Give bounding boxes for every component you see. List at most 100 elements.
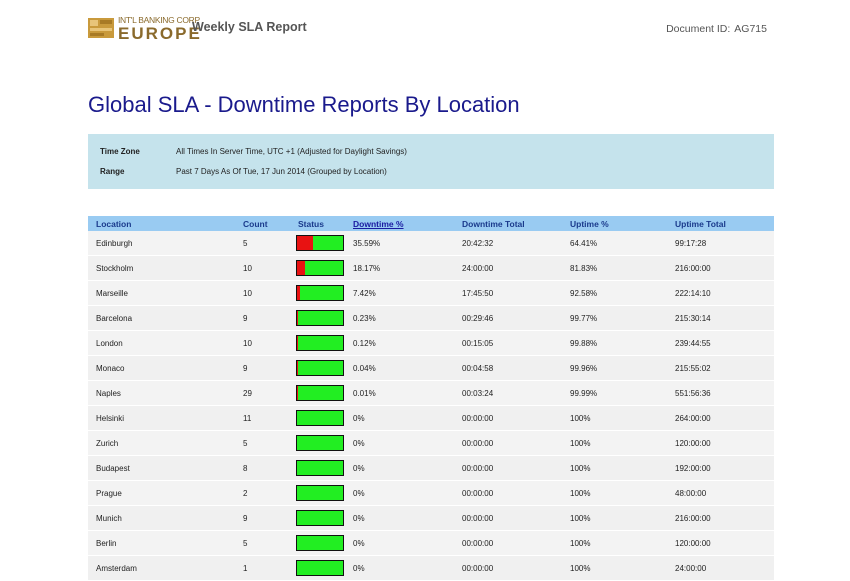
cell-location: London bbox=[96, 339, 123, 348]
table-row: Naples 29 0.01% 00:03:24 99.99% 551:56:36 bbox=[88, 381, 774, 406]
cell-downtime-total: 17:45:50 bbox=[462, 289, 494, 298]
cell-downtime-pct: 0.23% bbox=[353, 314, 376, 323]
cell-downtime-pct: 35.59% bbox=[353, 239, 381, 248]
table-header: Location Count Status Downtime % Downtim… bbox=[88, 216, 774, 231]
cell-location: Barcelona bbox=[96, 314, 133, 323]
range-row: Range Past 7 Days As Of Tue, 17 Jun 2014… bbox=[100, 167, 387, 176]
status-bar bbox=[296, 235, 344, 251]
cell-count: 5 bbox=[243, 239, 248, 248]
cell-downtime-total: 00:00:00 bbox=[462, 464, 494, 473]
status-bar bbox=[296, 510, 344, 526]
cell-uptime-total: 216:00:00 bbox=[675, 264, 711, 273]
page-title: Global SLA - Downtime Reports By Locatio… bbox=[88, 92, 520, 117]
cell-downtime-total: 00:00:00 bbox=[462, 414, 494, 423]
cell-uptime-pct: 99.88% bbox=[570, 339, 598, 348]
cell-downtime-pct: 0% bbox=[353, 539, 365, 548]
cell-uptime-pct: 100% bbox=[570, 489, 591, 498]
cell-downtime-total: 00:15:05 bbox=[462, 339, 494, 348]
document-id: Document ID: AG715 bbox=[662, 23, 767, 35]
status-bar-downtime-fill bbox=[297, 261, 306, 275]
cell-uptime-pct: 99.96% bbox=[570, 364, 598, 373]
cell-downtime-pct: 0% bbox=[353, 489, 365, 498]
cell-downtime-pct: 0% bbox=[353, 414, 365, 423]
cell-uptime-pct: 100% bbox=[570, 514, 591, 523]
cell-location: Marseille bbox=[96, 289, 129, 298]
cell-downtime-total: 00:00:00 bbox=[462, 564, 494, 573]
cell-count: 11 bbox=[243, 414, 252, 423]
cell-uptime-total: 120:00:00 bbox=[675, 439, 711, 448]
cell-uptime-pct: 100% bbox=[570, 439, 591, 448]
table-row: Munich 9 0% 00:00:00 100% 216:00:00 bbox=[88, 506, 774, 531]
cell-uptime-total: 192:00:00 bbox=[675, 464, 711, 473]
cell-uptime-total: 239:44:55 bbox=[675, 339, 711, 348]
cell-count: 10 bbox=[243, 339, 252, 348]
cell-location: Prague bbox=[96, 489, 122, 498]
column-header-location: Location bbox=[96, 219, 132, 229]
cell-uptime-total: 99:17:28 bbox=[675, 239, 707, 248]
status-bar bbox=[296, 360, 344, 376]
cell-downtime-pct: 0.04% bbox=[353, 364, 376, 373]
report-title: Weekly SLA Report bbox=[192, 20, 307, 34]
cell-downtime-total: 00:03:24 bbox=[462, 389, 494, 398]
status-bar bbox=[296, 435, 344, 451]
cell-count: 5 bbox=[243, 539, 248, 548]
cell-location: Budapest bbox=[96, 464, 130, 473]
cell-location: Berlin bbox=[96, 539, 117, 548]
cell-downtime-total: 00:00:00 bbox=[462, 439, 494, 448]
cell-downtime-total: 00:00:00 bbox=[462, 514, 494, 523]
cell-uptime-pct: 100% bbox=[570, 414, 591, 423]
cell-downtime-pct: 0% bbox=[353, 564, 365, 573]
cell-downtime-pct: 0.01% bbox=[353, 389, 376, 398]
cell-uptime-total: 264:00:00 bbox=[675, 414, 711, 423]
cell-downtime-total: 00:00:00 bbox=[462, 489, 494, 498]
table-row: Budapest 8 0% 00:00:00 100% 192:00:00 bbox=[88, 456, 774, 481]
table-row: Helsinki 11 0% 00:00:00 100% 264:00:00 bbox=[88, 406, 774, 431]
cell-count: 5 bbox=[243, 439, 248, 448]
cell-location: Munich bbox=[96, 514, 122, 523]
cell-location: Naples bbox=[96, 389, 121, 398]
logo-wordmark: EUROPE bbox=[118, 24, 202, 43]
cell-uptime-total: 24:00:00 bbox=[675, 564, 707, 573]
cell-uptime-total: 215:55:02 bbox=[675, 364, 711, 373]
status-bar-downtime-fill bbox=[297, 236, 314, 250]
status-bar-downtime-fill bbox=[297, 311, 298, 325]
cell-uptime-pct: 92.58% bbox=[570, 289, 598, 298]
document-id-label: Document ID: bbox=[666, 23, 731, 35]
column-header-uptime-total: Uptime Total bbox=[675, 219, 726, 229]
table-row: Prague 2 0% 00:00:00 100% 48:00:00 bbox=[88, 481, 774, 506]
table-row: Berlin 5 0% 00:00:00 100% 120:00:00 bbox=[88, 531, 774, 556]
status-bar-downtime-fill bbox=[297, 286, 301, 300]
cell-downtime-total: 00:29:46 bbox=[462, 314, 494, 323]
table-row: Amsterdam 1 0% 00:00:00 100% 24:00:00 bbox=[88, 556, 774, 581]
status-bar bbox=[296, 410, 344, 426]
cell-uptime-pct: 99.77% bbox=[570, 314, 598, 323]
cell-count: 10 bbox=[243, 289, 252, 298]
cell-downtime-total: 20:42:32 bbox=[462, 239, 494, 248]
status-bar bbox=[296, 285, 344, 301]
status-bar-downtime-fill bbox=[297, 361, 298, 375]
column-header-downtime-pct-sort-link[interactable]: Downtime % bbox=[353, 219, 404, 229]
table-body: Edinburgh 5 35.59% 20:42:32 64.41% 99:17:28 St… bbox=[88, 231, 774, 581]
status-bar bbox=[296, 385, 344, 401]
cell-downtime-pct: 0% bbox=[353, 439, 365, 448]
cell-uptime-total: 48:00:00 bbox=[675, 489, 707, 498]
range-label: Range bbox=[100, 167, 125, 176]
status-bar bbox=[296, 260, 344, 276]
timezone-value: All Times In Server Time, UTC +1 (Adjust… bbox=[176, 147, 407, 156]
cell-location: Monaco bbox=[96, 364, 125, 373]
table-row: London 10 0.12% 00:15:05 99.88% 239:44:55 bbox=[88, 331, 774, 356]
cell-count: 1 bbox=[243, 564, 248, 573]
cell-uptime-pct: 100% bbox=[570, 539, 591, 548]
timezone-label: Time Zone bbox=[100, 147, 140, 156]
cell-downtime-pct: 18.17% bbox=[353, 264, 381, 273]
report-info-panel: Time Zone All Times In Server Time, UTC … bbox=[88, 134, 774, 189]
cell-count: 8 bbox=[243, 464, 248, 473]
table-row: Zurich 5 0% 00:00:00 100% 120:00:00 bbox=[88, 431, 774, 456]
status-bar-downtime-fill bbox=[297, 336, 298, 350]
column-header-status: Status bbox=[298, 219, 324, 229]
table-row: Stockholm 10 18.17% 24:00:00 81.83% 216:00:00 bbox=[88, 256, 774, 281]
column-header-downtime-total: Downtime Total bbox=[462, 219, 525, 229]
cell-count: 9 bbox=[243, 364, 248, 373]
cell-uptime-pct: 100% bbox=[570, 564, 591, 573]
cell-uptime-total: 215:30:14 bbox=[675, 314, 711, 323]
